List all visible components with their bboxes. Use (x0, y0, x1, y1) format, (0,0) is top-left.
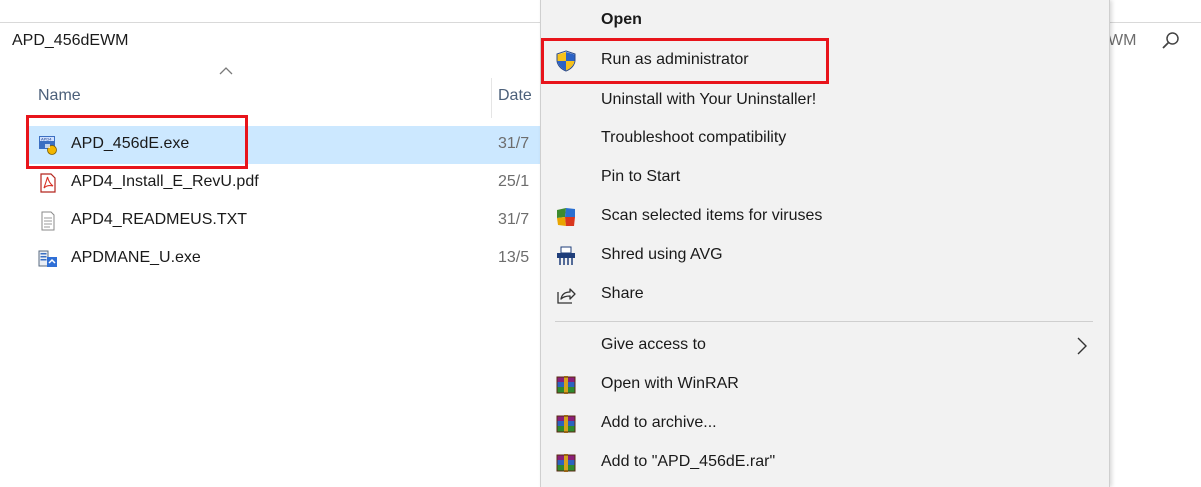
share-icon (557, 288, 576, 304)
annotation-highlight-run-as-admin (541, 38, 829, 84)
menu-item-uninstall[interactable]: Uninstall with Your Uninstaller! (541, 82, 1107, 120)
menu-item-pin-to-start[interactable]: Pin to Start (541, 159, 1107, 197)
sort-ascending-icon (219, 67, 233, 75)
file-row-apdmane-u-exe[interactable]: APDMANE_U.exe 13/5 (28, 240, 548, 278)
text-file-icon (41, 211, 55, 231)
menu-item-open[interactable]: Open (541, 2, 1107, 40)
annotation-highlight-file (26, 115, 248, 169)
winrar-icon (556, 454, 576, 472)
column-divider[interactable] (491, 78, 492, 118)
menu-item-give-access-to[interactable]: Give access to (541, 327, 1107, 365)
menu-separator (555, 321, 1093, 322)
menu-item-label: Share (601, 285, 644, 302)
winrar-icon (556, 376, 576, 394)
column-header: Name Date (0, 60, 560, 120)
menu-item-add-to-archive[interactable]: Add to archive... (541, 405, 1107, 443)
file-row-apd4-install-pdf[interactable]: APD4_Install_E_RevU.pdf 25/1 (28, 164, 548, 202)
file-date: 25/1 (498, 173, 530, 190)
pdf-icon (40, 173, 56, 193)
menu-item-scan-for-viruses[interactable]: Scan selected items for viruses (541, 198, 1107, 236)
search-icon[interactable] (1161, 31, 1181, 51)
menu-item-label: Uninstall with Your Uninstaller! (601, 91, 817, 108)
winrar-icon (556, 415, 576, 433)
setup-exe-icon (38, 250, 57, 267)
file-date: 13/5 (498, 249, 530, 266)
avg-icon (557, 208, 575, 226)
file-name: APD4_Install_E_RevU.pdf (71, 173, 259, 190)
shredder-icon (557, 246, 575, 265)
menu-item-share[interactable]: Share (541, 276, 1107, 314)
file-date: 31/7 (498, 211, 530, 228)
address-path[interactable]: APD_456dEWM (12, 32, 129, 50)
menu-item-label: Pin to Start (601, 168, 681, 185)
column-name-header[interactable]: Name (38, 87, 81, 105)
menu-item-label: Give access to (601, 336, 706, 353)
menu-item-label: Shred using AVG (601, 246, 723, 263)
file-name: APD4_READMEUS.TXT (71, 211, 248, 228)
menu-item-add-to-rar[interactable]: Add to "APD_456dE.rar" (541, 444, 1107, 482)
menu-item-shred-using-avg[interactable]: Shred using AVG (541, 237, 1107, 275)
search-box-text[interactable]: WM (1108, 32, 1136, 50)
menu-item-label: Add to archive... (601, 414, 717, 431)
menu-item-label: Scan selected items for viruses (601, 207, 823, 224)
menu-item-open-with-winrar[interactable]: Open with WinRAR (541, 366, 1107, 404)
menu-item-label: Add to "APD_456dE.rar" (601, 453, 776, 470)
menu-item-label: Troubleshoot compatibility (601, 129, 787, 146)
column-date-header[interactable]: Date (498, 87, 532, 105)
menu-item-troubleshoot-compatibility[interactable]: Troubleshoot compatibility (541, 120, 1107, 158)
menu-item-label: Open with WinRAR (601, 375, 739, 392)
chevron-right-icon (1077, 337, 1087, 355)
file-name: APDMANE_U.exe (71, 249, 201, 266)
file-date: 31/7 (498, 135, 530, 152)
menu-item-label: Open (601, 11, 642, 28)
file-row-apd4-readme-txt[interactable]: APD4_READMEUS.TXT 31/7 (28, 202, 548, 240)
